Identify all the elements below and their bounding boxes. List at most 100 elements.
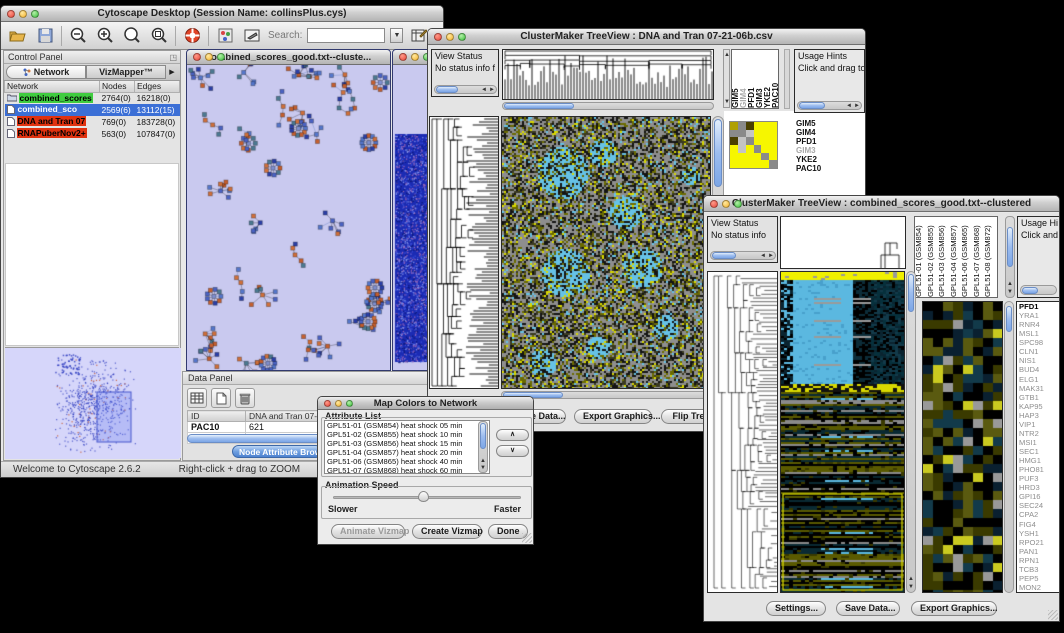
network-row[interactable]: DNA and Tran 07 769(0) 183728(0) — [5, 116, 180, 128]
usage-hints-scrollbar[interactable]: ◄ ► — [797, 101, 862, 110]
gene-list-item[interactable]: HAP3 — [1019, 411, 1059, 420]
treeview2-title-bar[interactable]: ClusterMaker TreeView : combined_scores_… — [704, 196, 1059, 212]
matrix-cell[interactable] — [730, 137, 738, 145]
gene-list-item[interactable]: RPN1 — [1019, 556, 1059, 565]
gene-list-item[interactable]: SEC1 — [1019, 447, 1059, 456]
gene-list-item[interactable]: MON2 — [1019, 583, 1059, 592]
matrix-cell[interactable] — [746, 153, 754, 161]
gene-list-item[interactable]: YRA1 — [1019, 311, 1059, 320]
close-icon[interactable] — [434, 33, 442, 41]
animate-vizmap-button[interactable]: Animate Vizmap — [331, 524, 405, 539]
search-input[interactable] — [307, 28, 385, 43]
gene-list-item[interactable]: GTB1 — [1019, 393, 1059, 402]
scroll-right-icon[interactable]: ► — [489, 87, 495, 93]
matrix-cell[interactable] — [761, 153, 769, 161]
attribute-list-item[interactable]: GPL51-04 (GSM857) heat shock 20 min — [327, 448, 489, 457]
treeview2-row-dendrogram[interactable] — [707, 271, 778, 593]
heatmap-vscrollbar[interactable]: ▲ ▼ — [906, 271, 916, 593]
export-graphics-button[interactable]: Export Graphics... — [911, 601, 997, 616]
matrix-cell[interactable] — [738, 145, 746, 153]
heatmap-hscrollbar[interactable] — [501, 391, 723, 399]
network-column-header[interactable]: Nodes — [99, 81, 134, 92]
matrix-cell[interactable] — [769, 130, 777, 138]
attribute-list-scrollbar[interactable]: ▲ ▼ — [478, 421, 488, 473]
gene-list-item[interactable]: MAK31 — [1019, 384, 1059, 393]
treeview1-row-dendrogram[interactable] — [429, 116, 499, 389]
treeview1-gene-matrix[interactable] — [729, 121, 778, 169]
matrix-cell[interactable] — [746, 145, 754, 153]
attribute-list-item[interactable]: GPL51-01 (GSM854) heat shock 05 min — [327, 421, 489, 430]
minimize-icon[interactable] — [205, 53, 213, 61]
matrix-cell[interactable] — [730, 130, 738, 138]
close-icon[interactable] — [399, 53, 407, 61]
gene-list-item[interactable]: HMG1 — [1019, 456, 1059, 465]
attribute-list-item[interactable]: GPL51-03 (GSM856) heat shock 15 min — [327, 439, 489, 448]
matrix-cell[interactable] — [738, 122, 746, 130]
network-canvas-1[interactable] — [187, 65, 390, 371]
slider-thumb[interactable] — [418, 491, 429, 502]
gene-list-item[interactable]: HRD3 — [1019, 483, 1059, 492]
scroll-left-icon[interactable]: ◄ — [846, 103, 852, 109]
gene-list-item[interactable]: YSH1 — [1019, 529, 1059, 538]
zoom-fit-button[interactable] — [121, 25, 143, 47]
gene-list-item[interactable]: SPC98 — [1019, 338, 1059, 347]
scroll-down-icon[interactable]: ▼ — [480, 465, 486, 471]
settings-button[interactable]: Settings... — [766, 601, 826, 616]
move-up-button[interactable]: ∧ — [496, 429, 529, 441]
scroll-up-icon[interactable]: ▲ — [1007, 281, 1013, 287]
scroll-up-icon[interactable]: ▲ — [724, 52, 730, 58]
gene-list-item[interactable]: PFD1 — [1019, 302, 1059, 311]
minimize-icon[interactable] — [446, 33, 454, 41]
gene-list-item[interactable]: MSL1 — [1019, 329, 1059, 338]
matrix-cell[interactable] — [746, 122, 754, 130]
matrix-cell[interactable] — [769, 153, 777, 161]
gene-list-item[interactable]: TCB3 — [1019, 565, 1059, 574]
gene-list-item[interactable]: CPA2 — [1019, 510, 1059, 519]
attribute-list[interactable]: GPL51-01 (GSM854) heat shock 05 min GPL51… — [324, 420, 490, 474]
gene-list-item[interactable]: FIG4 — [1019, 520, 1059, 529]
matrix-cell[interactable] — [730, 153, 738, 161]
main-title-bar[interactable]: Cytoscape Desktop (Session Name: collins… — [1, 6, 443, 22]
matrix-cell[interactable] — [754, 153, 762, 161]
id-column-header[interactable]: ID — [188, 411, 246, 422]
gene-list-item[interactable]: BUD4 — [1019, 365, 1059, 374]
zoom-window-icon[interactable] — [217, 53, 225, 61]
dialog-title-bar[interactable]: Map Colors to Network — [318, 397, 533, 410]
float-panel-icon[interactable]: ◳ — [169, 53, 177, 62]
matrix-cell[interactable] — [754, 137, 762, 145]
network1-title-bar[interactable]: combined_scores_good.txt--cluste... — [187, 50, 390, 65]
matrix-cell[interactable] — [738, 160, 746, 168]
gene-list-item[interactable]: PAN1 — [1019, 547, 1059, 556]
scroll-right-icon[interactable]: ► — [768, 253, 774, 259]
view-status-scrollbar[interactable]: ◄ ► — [434, 85, 497, 94]
matrix-cell[interactable] — [761, 137, 769, 145]
treeview2-column-labels[interactable]: GPL51-01 (GSM854)GPL51-02 (GSM855)GPL51-… — [914, 216, 998, 298]
matrix-cell[interactable] — [754, 122, 762, 130]
move-down-button[interactable]: ∨ — [496, 445, 529, 457]
zoom-heatmap-scrollbar[interactable] — [1004, 301, 1014, 593]
treeview2-zoom-heatmap[interactable] — [922, 301, 1003, 593]
label-scroll-arrows[interactable]: ▲ ▼ — [723, 49, 730, 108]
attribute-list-item[interactable]: GPL51-06 (GSM865) heat shock 40 min — [327, 457, 489, 466]
zoom-window-icon[interactable] — [458, 33, 466, 41]
row-label[interactable]: PAC10 — [796, 164, 858, 173]
scroll-left-icon[interactable]: ◄ — [481, 87, 487, 93]
column-label[interactable]: GPL51-03 (GSM856) — [938, 217, 950, 297]
row-label[interactable]: PFD1 — [796, 137, 858, 146]
column-label[interactable]: GPL51-08 (GSM872) — [984, 217, 996, 297]
gene-list-item[interactable]: VIP1 — [1019, 420, 1059, 429]
network-column-header[interactable]: Network — [5, 81, 100, 92]
treeview1-title-bar[interactable]: ClusterMaker TreeView : DNA and Tran 07-… — [428, 29, 865, 45]
column-label[interactable]: GPL51-01 (GSM854) — [915, 217, 927, 297]
create-vizmap-button[interactable]: Create Vizmap — [412, 524, 482, 539]
attribute-table-button[interactable] — [187, 388, 207, 408]
matrix-cell[interactable] — [746, 137, 754, 145]
column-dendrogram-scrollbar[interactable] — [502, 102, 714, 110]
matrix-cell[interactable] — [738, 130, 746, 138]
gene-list-item[interactable]: NIS1 — [1019, 356, 1059, 365]
matrix-cell[interactable] — [761, 122, 769, 130]
matrix-cell[interactable] — [754, 145, 762, 153]
matrix-cell[interactable] — [730, 145, 738, 153]
vizmapper-button[interactable] — [214, 25, 236, 47]
gene-list-item[interactable]: KAP95 — [1019, 402, 1059, 411]
